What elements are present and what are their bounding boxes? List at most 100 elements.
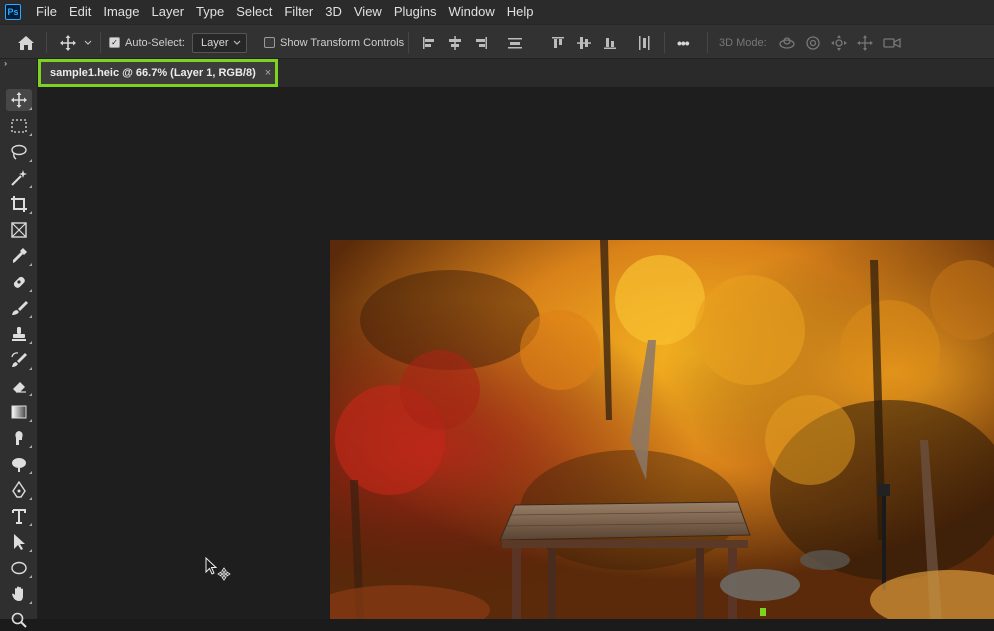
align-vertical-centers-button[interactable] bbox=[576, 25, 592, 60]
distribute-horizontal-button[interactable] bbox=[636, 25, 652, 60]
menu-window[interactable]: Window bbox=[442, 0, 500, 24]
canvas-area[interactable] bbox=[38, 87, 994, 619]
document-image[interactable] bbox=[330, 240, 994, 619]
path-selection-tool-icon bbox=[14, 534, 25, 550]
close-icon[interactable]: × bbox=[265, 67, 271, 79]
menu-edit[interactable]: Edit bbox=[63, 0, 97, 24]
document-tab[interactable]: sample1.heic @ 66.7% (Layer 1, RGB/8) × bbox=[38, 59, 278, 87]
3d-drag-button[interactable] bbox=[830, 25, 848, 60]
zoom-tool-button[interactable] bbox=[6, 609, 32, 631]
history-brush-tool-button[interactable] bbox=[6, 349, 32, 371]
distribute-icon bbox=[508, 37, 522, 48]
crop-tool-icon bbox=[11, 196, 27, 212]
show-transform-controls-checkbox[interactable]: Show Transform Controls bbox=[264, 25, 404, 60]
divider bbox=[664, 32, 665, 53]
hand-tool-button[interactable] bbox=[6, 583, 32, 605]
dropdown-value: Layer bbox=[201, 36, 229, 49]
clone-stamp-tool-button[interactable] bbox=[6, 323, 32, 345]
menu-type[interactable]: Type bbox=[190, 0, 230, 24]
collapse-panel-icon[interactable]: ›› bbox=[4, 59, 8, 68]
type-tool-button[interactable] bbox=[6, 505, 32, 527]
tool-group-indicator bbox=[29, 497, 32, 500]
magic-wand-tool-button[interactable] bbox=[6, 167, 32, 189]
document-tab-title: sample1.heic @ 66.7% (Layer 1, RGB/8) bbox=[50, 67, 256, 79]
video-camera-icon bbox=[883, 37, 901, 48]
menu-layer[interactable]: Layer bbox=[146, 0, 191, 24]
show-transform-controls-label: Show Transform Controls bbox=[280, 36, 405, 49]
lasso-tool-button[interactable] bbox=[6, 141, 32, 163]
healing-brush-tool-button[interactable] bbox=[6, 271, 32, 293]
tool-group-indicator bbox=[29, 315, 32, 318]
menu-select[interactable]: Select bbox=[230, 0, 278, 24]
distribute-vertical-button[interactable] bbox=[507, 25, 523, 60]
tool-group-indicator bbox=[29, 549, 32, 552]
drag-icon bbox=[831, 34, 847, 51]
menu-view[interactable]: View bbox=[348, 0, 388, 24]
3d-scale-button[interactable] bbox=[882, 25, 902, 60]
tool-group-indicator bbox=[29, 471, 32, 474]
move-tool-button[interactable] bbox=[6, 89, 32, 111]
tool-group-indicator bbox=[29, 211, 32, 214]
3d-slide-button[interactable] bbox=[856, 25, 874, 60]
menu-help[interactable]: Help bbox=[501, 0, 540, 24]
tool-group-indicator bbox=[29, 133, 32, 136]
menu-image[interactable]: Image bbox=[97, 0, 145, 24]
move-tool-preset-button[interactable] bbox=[59, 25, 93, 60]
tool-group-indicator bbox=[29, 601, 32, 604]
roll-icon bbox=[806, 35, 820, 50]
align-bottom-icon bbox=[604, 37, 616, 49]
history-brush-tool-icon bbox=[11, 352, 27, 367]
more-options-button[interactable]: ••• bbox=[677, 25, 690, 60]
smudge-tool-button[interactable] bbox=[6, 427, 32, 449]
clone-stamp-tool-icon bbox=[12, 327, 26, 341]
divider bbox=[408, 32, 409, 53]
align-left-icon bbox=[423, 36, 434, 49]
menu-plugins[interactable]: Plugins bbox=[388, 0, 443, 24]
tool-group-indicator bbox=[29, 289, 32, 292]
menu-file[interactable]: File bbox=[30, 0, 63, 24]
tool-group-indicator bbox=[29, 523, 32, 526]
menu-filter[interactable]: Filter bbox=[278, 0, 319, 24]
tool-group-indicator bbox=[29, 341, 32, 344]
3d-roll-button[interactable] bbox=[804, 25, 822, 60]
gradient-tool-button[interactable] bbox=[6, 401, 32, 423]
align-top-edges-button[interactable] bbox=[550, 25, 566, 60]
eyedropper-tool-button[interactable] bbox=[6, 245, 32, 267]
align-right-edges-button[interactable] bbox=[473, 25, 489, 60]
type-tool-icon bbox=[12, 509, 26, 524]
brush-tool-icon bbox=[12, 301, 28, 315]
frame-tool-button[interactable] bbox=[6, 219, 32, 241]
menu-bar: Ps File Edit Image Layer Type Select Fil… bbox=[0, 0, 994, 24]
align-bottom-edges-button[interactable] bbox=[602, 25, 618, 60]
brush-tool-button[interactable] bbox=[6, 297, 32, 319]
dodge-tool-icon bbox=[12, 458, 26, 472]
zoom-tool-icon bbox=[11, 612, 27, 628]
menu-3d[interactable]: 3D bbox=[319, 0, 348, 24]
pen-tool-button[interactable] bbox=[6, 479, 32, 501]
mouse-cursor-icon bbox=[205, 557, 231, 581]
pen-tool-icon bbox=[12, 481, 26, 498]
3d-orbit-button[interactable] bbox=[778, 25, 796, 60]
auto-select-target-dropdown[interactable]: Layer bbox=[192, 32, 247, 53]
marquee-tool-button[interactable] bbox=[6, 115, 32, 137]
options-bar: ✓ Auto-Select: Layer Show Transform Cont… bbox=[0, 24, 994, 59]
eraser-tool-button[interactable] bbox=[6, 375, 32, 397]
tool-group-indicator bbox=[29, 107, 32, 110]
dodge-tool-button[interactable] bbox=[6, 453, 32, 475]
align-horizontal-centers-button[interactable] bbox=[447, 25, 463, 60]
home-button[interactable] bbox=[17, 25, 35, 60]
tool-group-indicator bbox=[29, 263, 32, 266]
crop-tool-button[interactable] bbox=[6, 193, 32, 215]
path-selection-tool-button[interactable] bbox=[6, 531, 32, 553]
ellipse-tool-button[interactable] bbox=[6, 557, 32, 579]
auto-select-label: Auto-Select: bbox=[125, 36, 185, 49]
align-left-edges-button[interactable] bbox=[421, 25, 437, 60]
home-icon bbox=[18, 35, 34, 50]
auto-select-checkbox[interactable]: ✓ Auto-Select: bbox=[109, 25, 185, 60]
move-icon bbox=[60, 34, 76, 51]
divider bbox=[100, 32, 101, 53]
eyedropper-tool-icon bbox=[13, 248, 27, 263]
slide-icon bbox=[857, 34, 873, 51]
chevron-down-icon bbox=[84, 40, 92, 45]
tool-group-indicator bbox=[29, 159, 32, 162]
